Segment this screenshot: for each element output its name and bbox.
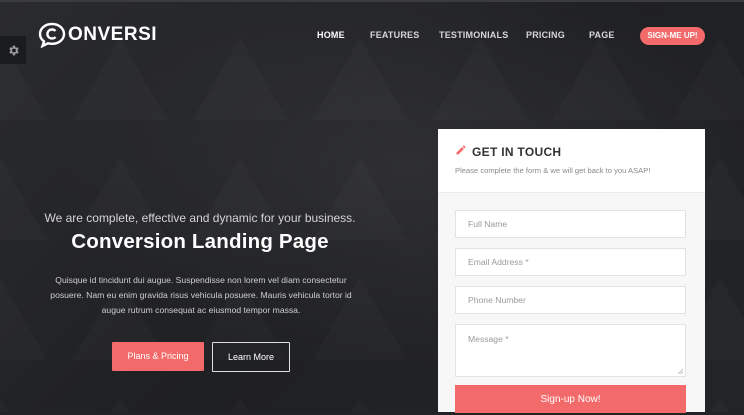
nav-testimonials[interactable]: TESTIMONIALS — [439, 30, 508, 40]
hero-description: Quisque id tincidunt dui augue. Suspendi… — [50, 275, 352, 315]
sign-me-up-button[interactable]: SIGN-ME UP! — [640, 27, 705, 45]
nav-home[interactable]: HOME — [317, 30, 345, 40]
settings-toggle[interactable] — [0, 36, 26, 64]
email-field[interactable]: Email Address * — [455, 248, 686, 276]
form-subtitle: Please complete the form & we will get b… — [455, 166, 651, 175]
nav-pricing[interactable]: PRICING — [526, 30, 565, 40]
message-placeholder: Message * — [468, 334, 509, 344]
chat-bubble-logo-icon — [38, 22, 66, 48]
form-title: GET IN TOUCH — [472, 145, 562, 159]
message-field[interactable]: Message * — [455, 324, 686, 377]
hero-subtitle: We are complete, effective and dynamic f… — [44, 211, 356, 225]
pencil-icon — [456, 145, 466, 155]
nav-page[interactable]: PAGE — [589, 30, 615, 40]
contact-form-card: GET IN TOUCH Please complete the form & … — [438, 129, 705, 413]
brand-name: ONVERSI — [68, 24, 158, 45]
form-header: GET IN TOUCH Please complete the form & … — [438, 129, 705, 193]
signup-now-button[interactable]: Sign-up Now! — [455, 385, 686, 413]
learn-more-button[interactable]: Learn More — [212, 342, 290, 372]
nav-features[interactable]: FEATURES — [370, 30, 419, 40]
plans-pricing-button[interactable]: Plans & Pricing — [112, 342, 204, 371]
top-border — [0, 0, 744, 2]
brand-logo[interactable]: ONVERSI — [38, 22, 157, 48]
hero-title: Conversion Landing Page — [71, 230, 329, 253]
gear-icon — [8, 45, 19, 55]
resize-handle-icon[interactable] — [677, 368, 683, 374]
full-name-field[interactable]: Full Name — [455, 210, 686, 238]
phone-field[interactable]: Phone Number — [455, 286, 686, 314]
